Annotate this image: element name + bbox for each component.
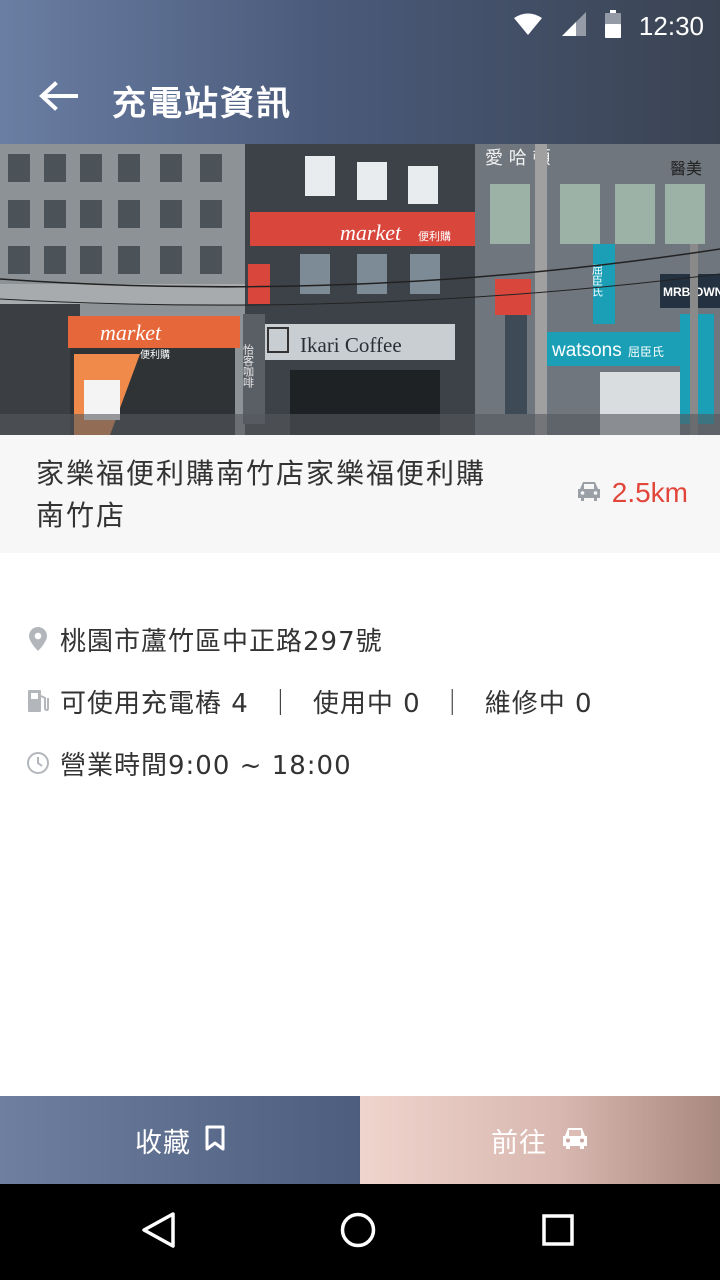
hours-row: 營業時間9:00 ~ 18:00 [26, 732, 706, 794]
action-bar: 收藏 前往 [0, 1096, 720, 1184]
back-button[interactable] [30, 74, 86, 122]
chargers-row: 可使用充電樁 4 ｜ 使用中 0 ｜ 維修中 0 [26, 670, 706, 732]
clock-icon [26, 751, 50, 775]
app-bar: 12:30 充電站資訊 [0, 0, 720, 144]
arrow-left-icon [38, 81, 78, 115]
station-name: 家樂福便利購南竹店家樂福便利購南竹店 [36, 457, 487, 532]
fuel-pump-icon [26, 689, 50, 713]
system-nav-bar [0, 1184, 720, 1280]
navigate-label: 前往 [491, 1127, 547, 1159]
svg-text:便利購: 便利購 [140, 348, 170, 361]
svg-text:醫美: 醫美 [670, 159, 702, 178]
status-icons: 12:30 [513, 8, 704, 44]
nav-home-button[interactable] [330, 1204, 386, 1260]
cafe-sign: Ikari Coffee [300, 333, 402, 357]
market-top-sign: market [340, 220, 402, 245]
toolbar: 充電站資訊 [0, 52, 720, 144]
car-icon [576, 480, 602, 506]
chargers-text: 可使用充電樁 4 ｜ 使用中 0 ｜ 維修中 0 [60, 688, 593, 719]
status-bar: 12:30 [0, 0, 720, 52]
market-left-sign: market [100, 320, 162, 345]
signal-icon [561, 11, 587, 41]
svg-text:屈臣氏: 屈臣氏 [628, 345, 664, 359]
svg-text:屈臣氏: 屈臣氏 [591, 264, 604, 297]
bookmark-icon [205, 1125, 225, 1155]
home-circle-icon [339, 1211, 377, 1253]
address-text: 桃園市蘆竹區中正路297號 [60, 626, 383, 657]
station-title-panel: 家樂福便利購南竹店家樂福便利購南竹店 2.5km [0, 435, 720, 553]
svg-text:便利購: 便利購 [418, 229, 451, 243]
favorite-label: 收藏 [135, 1127, 191, 1159]
nav-recents-button[interactable] [530, 1204, 586, 1260]
wifi-icon [513, 12, 543, 40]
watsons-sign: watsons [551, 340, 622, 361]
address-row: 桃園市蘆竹區中正路297號 [26, 608, 706, 670]
recents-square-icon [541, 1213, 575, 1251]
back-triangle-icon [140, 1211, 176, 1253]
location-pin-icon [26, 627, 50, 651]
navigate-button[interactable]: 前往 [360, 1096, 720, 1184]
page-title: 充電站資訊 [112, 84, 292, 124]
station-info: 桃園市蘆竹區中正路297號 可使用充電樁 4 ｜ 使用中 0 ｜ 維修中 0 營… [26, 608, 706, 794]
status-time: 12:30 [638, 10, 704, 41]
favorite-button[interactable]: 收藏 [0, 1096, 360, 1184]
hours-text: 營業時間9:00 ~ 18:00 [60, 750, 352, 781]
svg-text:怡客咖啡: 怡客咖啡 [242, 343, 255, 388]
nav-back-button[interactable] [130, 1204, 186, 1260]
distance-value: 2.5km [611, 477, 688, 508]
svg-text:MRB: MRB [663, 285, 691, 299]
car-icon [561, 1126, 589, 1154]
distance: 2.5km [576, 477, 688, 509]
station-photo: market 便利購 market 便利購 Ikari Coffee 怡客咖啡 … [0, 144, 720, 435]
battery-icon [604, 10, 621, 42]
